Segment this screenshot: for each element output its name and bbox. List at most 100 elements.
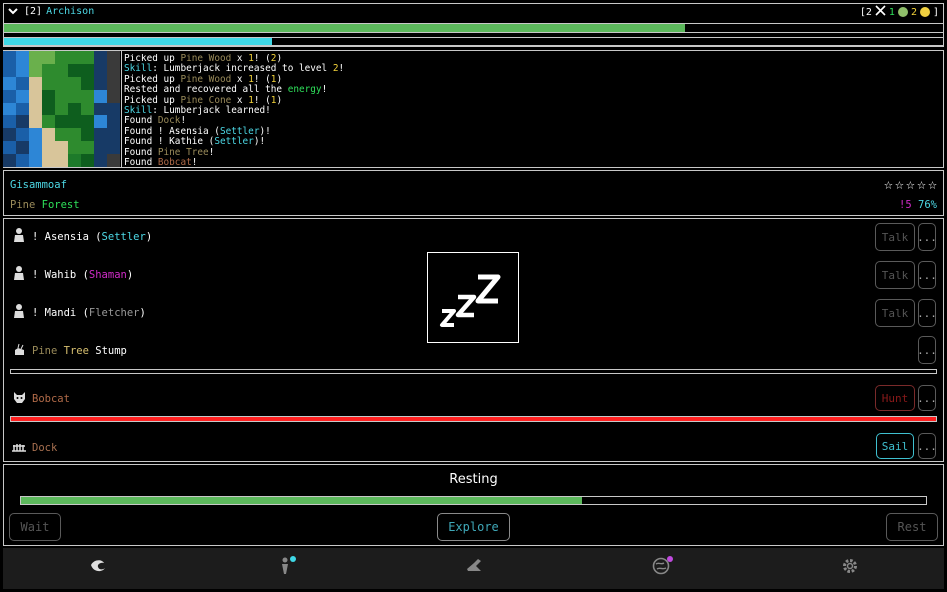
log-segment: x (231, 94, 249, 106)
map-tile (81, 128, 94, 142)
map-tile (68, 63, 81, 77)
map-tile (29, 63, 42, 77)
map-tile (16, 51, 29, 64)
shaman-icon (10, 265, 28, 285)
map-tile (107, 51, 120, 64)
map-tile (29, 115, 42, 129)
biome-word-forest: Forest (41, 199, 80, 211)
log-segment: Bobcat (157, 157, 192, 166)
chevron-down-icon[interactable] (8, 5, 20, 18)
map-tile (81, 51, 94, 64)
sleep-zzz-icon (440, 274, 501, 327)
log-line: Found Bobcat! (124, 157, 344, 166)
entity-more-button[interactable]: ... (917, 299, 937, 327)
map-tile (94, 63, 107, 77)
log-segment: Pine Tree (157, 146, 209, 158)
map-tile (3, 128, 16, 142)
green-coin-icon (897, 7, 908, 17)
log-segment: : Lumberjack learned! (152, 105, 271, 117)
map-tile (42, 154, 55, 167)
map-tile (94, 102, 107, 116)
star-icon: ☆ (905, 175, 915, 193)
log-segment: Found (124, 146, 158, 158)
log-segment: )! (259, 125, 271, 137)
list-item-bobcat[interactable]: Bobcat (10, 384, 937, 414)
entity-name: ! Asensia ( (32, 231, 102, 243)
map-tile (16, 128, 29, 142)
gear-icon[interactable] (841, 557, 859, 579)
location-biome: Pine Forest (10, 199, 80, 211)
log-segment: ! (180, 115, 187, 127)
map-tile (81, 102, 94, 116)
settler-icon (10, 227, 28, 247)
talk-button[interactable]: Talk (875, 261, 915, 289)
map-tile (107, 102, 120, 116)
map-tile (107, 115, 120, 129)
talk-button[interactable]: Talk (875, 299, 915, 327)
fletcher-icon (10, 303, 28, 323)
map-icon[interactable] (89, 557, 107, 577)
map-tile (94, 154, 107, 167)
character-icon[interactable] (280, 557, 290, 579)
character-header[interactable]: [2] Archison (8, 5, 94, 18)
map-tile (16, 89, 29, 103)
minimap[interactable] (3, 51, 120, 167)
log-segment: Found ! Kathie ( (124, 136, 215, 148)
map-tile (42, 76, 55, 90)
dock-name: Dock (32, 442, 58, 454)
log-segment: Pine Cone (180, 94, 232, 106)
bobcat-more-button[interactable]: ... (917, 385, 937, 411)
list-item-asensia[interactable]: ! Asensia (Settler) (10, 222, 937, 252)
list-item-dock[interactable]: Dock (10, 433, 937, 463)
energy-bar-fill (4, 38, 272, 45)
map-tile (3, 154, 16, 167)
log-segment: Settler (214, 136, 254, 148)
map-tile (107, 63, 120, 77)
explore-button[interactable]: Explore (437, 513, 510, 541)
entity-more-button[interactable]: ... (917, 261, 937, 289)
entity-name: ! Wahib ( (32, 269, 89, 281)
map-tile (42, 63, 55, 77)
crafting-icon[interactable] (465, 557, 483, 577)
map-tile (3, 51, 16, 64)
log-segment: Rested and recovered all the (124, 84, 288, 96)
log-segment: Found ! Asensia ( (124, 125, 220, 137)
map-tile (107, 89, 120, 103)
entity-role: Settler (101, 231, 146, 243)
stump-more-button[interactable]: ... (917, 336, 937, 364)
dock-icon (10, 440, 28, 456)
character-notification-dot (290, 556, 296, 562)
crossed-swords-icon (875, 5, 886, 19)
log-segment: x (231, 73, 249, 85)
event-log: Picked up Pine Wood x 1! (2) Skill: Lumbe… (124, 54, 344, 166)
hunt-button[interactable]: Hunt (875, 385, 915, 411)
entity-more-button[interactable]: ... (917, 223, 937, 251)
biome-word-pine: Pine (10, 199, 36, 211)
map-tile (3, 115, 16, 129)
sail-button[interactable]: Sail (876, 433, 914, 459)
map-tile (81, 154, 94, 167)
map-tile (29, 102, 42, 116)
stump-icon (10, 343, 28, 360)
map-tile (16, 102, 29, 116)
wait-button[interactable]: Wait (9, 513, 61, 541)
log-segment: Found (124, 115, 158, 127)
map-tile (42, 128, 55, 142)
entity-role: Fletcher (88, 307, 140, 319)
sleep-overlay (427, 252, 519, 343)
map-tile (29, 128, 42, 142)
star-icon: ☆ (927, 175, 937, 193)
log-segment: energy (287, 84, 322, 96)
bobcat-name: Bobcat (32, 393, 70, 405)
map-tile (55, 128, 68, 142)
dock-more-button[interactable]: ... (917, 433, 937, 459)
log-segment: ! ( (253, 94, 271, 106)
rest-button[interactable]: Rest (886, 513, 938, 541)
map-tile (68, 89, 81, 103)
map-tile (55, 51, 68, 64)
entity-role: Shaman (88, 269, 127, 281)
activity-progress-fill (21, 497, 583, 504)
stat-percent: 76% (918, 199, 937, 211)
map-tile (3, 63, 16, 77)
talk-button[interactable]: Talk (875, 223, 915, 251)
